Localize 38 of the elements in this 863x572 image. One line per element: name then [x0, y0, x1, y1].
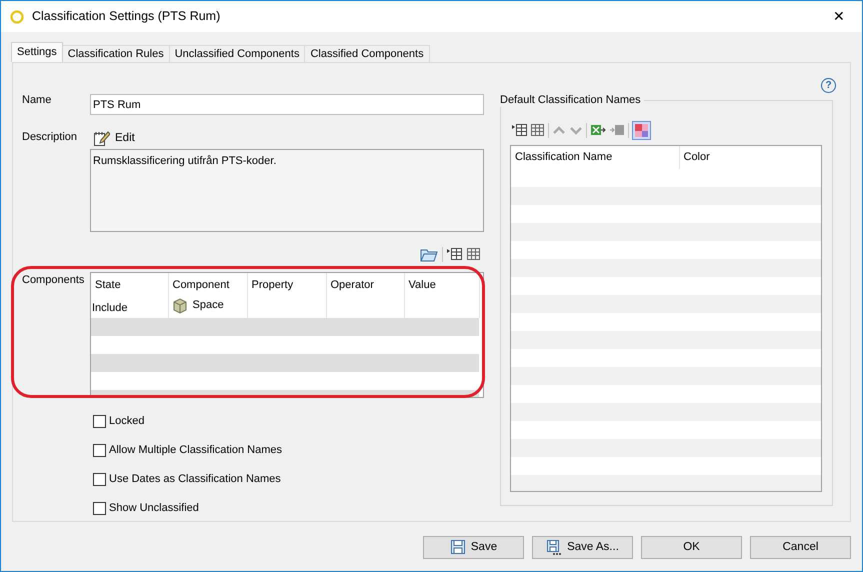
- table-insert-icon[interactable]: [447, 247, 462, 261]
- checkbox[interactable]: Locked: [93, 407, 485, 436]
- column-header[interactable]: Color: [679, 146, 821, 169]
- tab[interactable]: Classified Components: [304, 45, 430, 62]
- edit-button[interactable]: Edit: [90, 131, 135, 147]
- help-button[interactable]: ?: [821, 78, 836, 93]
- column-header[interactable]: Operator: [326, 273, 404, 298]
- spreadsheet-export-icon[interactable]: [590, 123, 606, 137]
- app-icon: [10, 10, 24, 24]
- table-insert-icon[interactable]: [512, 123, 527, 137]
- table-icon[interactable]: [530, 123, 545, 137]
- column-header[interactable]: Value: [404, 273, 479, 298]
- description-field[interactable]: Rumsklassificering utifrån PTS-koder.: [90, 149, 484, 232]
- table-icon[interactable]: [466, 247, 481, 261]
- group-title: Default Classification Names: [500, 94, 644, 108]
- save-icon: [450, 539, 466, 556]
- dialog-button[interactable]: Save As...: [532, 536, 633, 559]
- close-button[interactable]: ✕: [816, 7, 862, 26]
- dialog-button[interactable]: Cancel: [750, 536, 851, 559]
- column-header[interactable]: Classification Name: [511, 146, 679, 169]
- edit-icon: [93, 131, 110, 147]
- tab[interactable]: Settings: [11, 42, 63, 62]
- window-title: Classification Settings (PTS Rum): [32, 9, 220, 24]
- checkbox[interactable]: Allow Multiple Classification Names: [93, 436, 485, 465]
- color-palette-button[interactable]: [632, 120, 651, 140]
- field-label: Components: [22, 274, 86, 288]
- field-label: Name: [22, 94, 52, 108]
- column-header[interactable]: Property: [247, 273, 326, 298]
- name-field[interactable]: PTS Rum: [90, 94, 484, 115]
- column-header[interactable]: Component: [168, 273, 247, 298]
- cube-icon: [172, 298, 188, 314]
- save-as-icon: [546, 539, 562, 556]
- checkbox[interactable]: Use Dates as Classification Names: [93, 465, 485, 494]
- tab[interactable]: Unclassified Components: [168, 45, 306, 62]
- checkbox[interactable]: Show Unclassified: [93, 494, 485, 523]
- dialog-button[interactable]: OK: [641, 536, 742, 559]
- dialog-button[interactable]: Save: [423, 536, 524, 559]
- field-label: Description: [22, 131, 78, 145]
